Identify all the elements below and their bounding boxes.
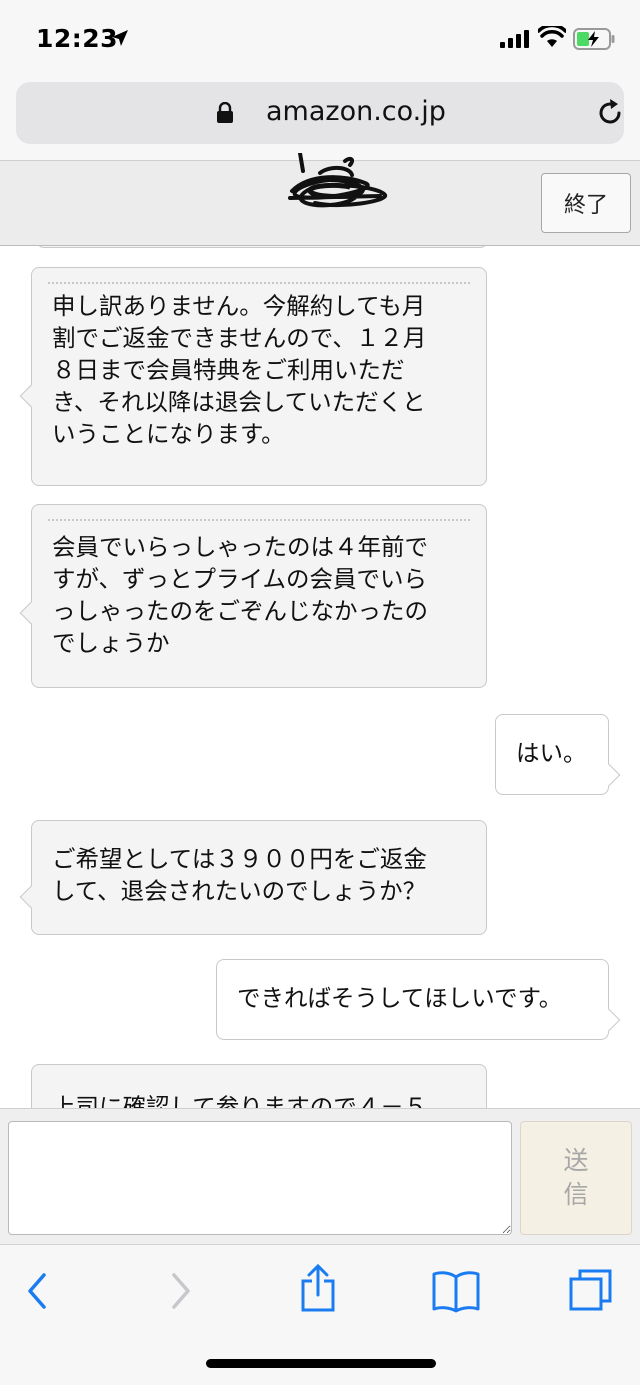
bookmarks-icon[interactable] (432, 1269, 480, 1313)
message-input-bar: 送 信 (0, 1108, 640, 1244)
browser-toolbar (0, 1244, 640, 1385)
agent-message: 申し訳ありません。今解約しても月 割でご返金できませんので、１２月 ８日まで会員… (19, 267, 487, 486)
back-icon[interactable] (22, 1271, 52, 1311)
user-message: はい。 (495, 714, 621, 795)
message-input[interactable] (8, 1121, 512, 1235)
agent-message: ご希望としては３９００円をご返金 して、退会されたいのでしょうか？ (19, 820, 487, 935)
lock-icon (217, 102, 233, 123)
send-button[interactable]: 送 信 (520, 1121, 632, 1235)
status-bar: 12:23 (0, 0, 640, 76)
chat-messages[interactable]: 申し訳ありません。今解約しても月 割でご返金できませんので、１２月 ８日まで会員… (0, 246, 640, 1108)
message-text: 会員でいらっしゃったのは４年前で すが、ずっとプライムの会員でいら っしゃったの… (52, 533, 428, 657)
reload-icon[interactable] (594, 97, 626, 129)
tabs-icon[interactable] (568, 1267, 614, 1313)
message-text: ご希望としては３９００円をご返金 して、退会されたいのでしょうか？ (52, 845, 427, 905)
send-label-line1: 送 (563, 1146, 589, 1175)
home-indicator[interactable] (206, 1359, 436, 1368)
message-text: 上司に確認して参りますので４－５ (52, 1093, 428, 1108)
forward-icon[interactable] (166, 1271, 196, 1311)
agent-message: 会員でいらっしゃったのは４年前で すが、ずっとプライムの会員でいら っしゃったの… (19, 504, 487, 688)
message-divider-dots (48, 519, 470, 521)
message-text: 申し訳ありません。今解約しても月 割でご返金できませんので、１２月 ８日まで会員… (52, 292, 427, 448)
cellular-signal-icon (500, 30, 529, 48)
bubble-tail (19, 601, 43, 625)
browser-address-area: amazon.co.jp (0, 76, 640, 160)
bubble-tail (19, 885, 43, 909)
status-time: 12:23 (36, 24, 119, 53)
redacted-logo-scribble (288, 153, 388, 208)
share-icon[interactable] (298, 1263, 338, 1313)
message-text: できればそうしてほしいです。 (237, 984, 563, 1012)
end-chat-button[interactable]: 終了 (541, 173, 631, 233)
battery-charging-icon (573, 28, 615, 50)
chat-header: 終了 (0, 153, 640, 246)
previous-message-edge (36, 246, 488, 248)
message-text: はい。 (516, 739, 587, 767)
bubble-tail (19, 384, 43, 408)
url-text[interactable]: amazon.co.jp (266, 96, 446, 127)
wifi-icon (538, 26, 566, 47)
address-bar[interactable]: amazon.co.jp (16, 82, 624, 144)
message-divider-dots (48, 282, 470, 284)
location-arrow-icon (112, 30, 128, 46)
send-label-line2: 信 (563, 1180, 589, 1209)
user-message: できればそうしてほしいです。 (216, 959, 621, 1040)
agent-message: 上司に確認して参りますので４－５ (31, 1064, 487, 1108)
